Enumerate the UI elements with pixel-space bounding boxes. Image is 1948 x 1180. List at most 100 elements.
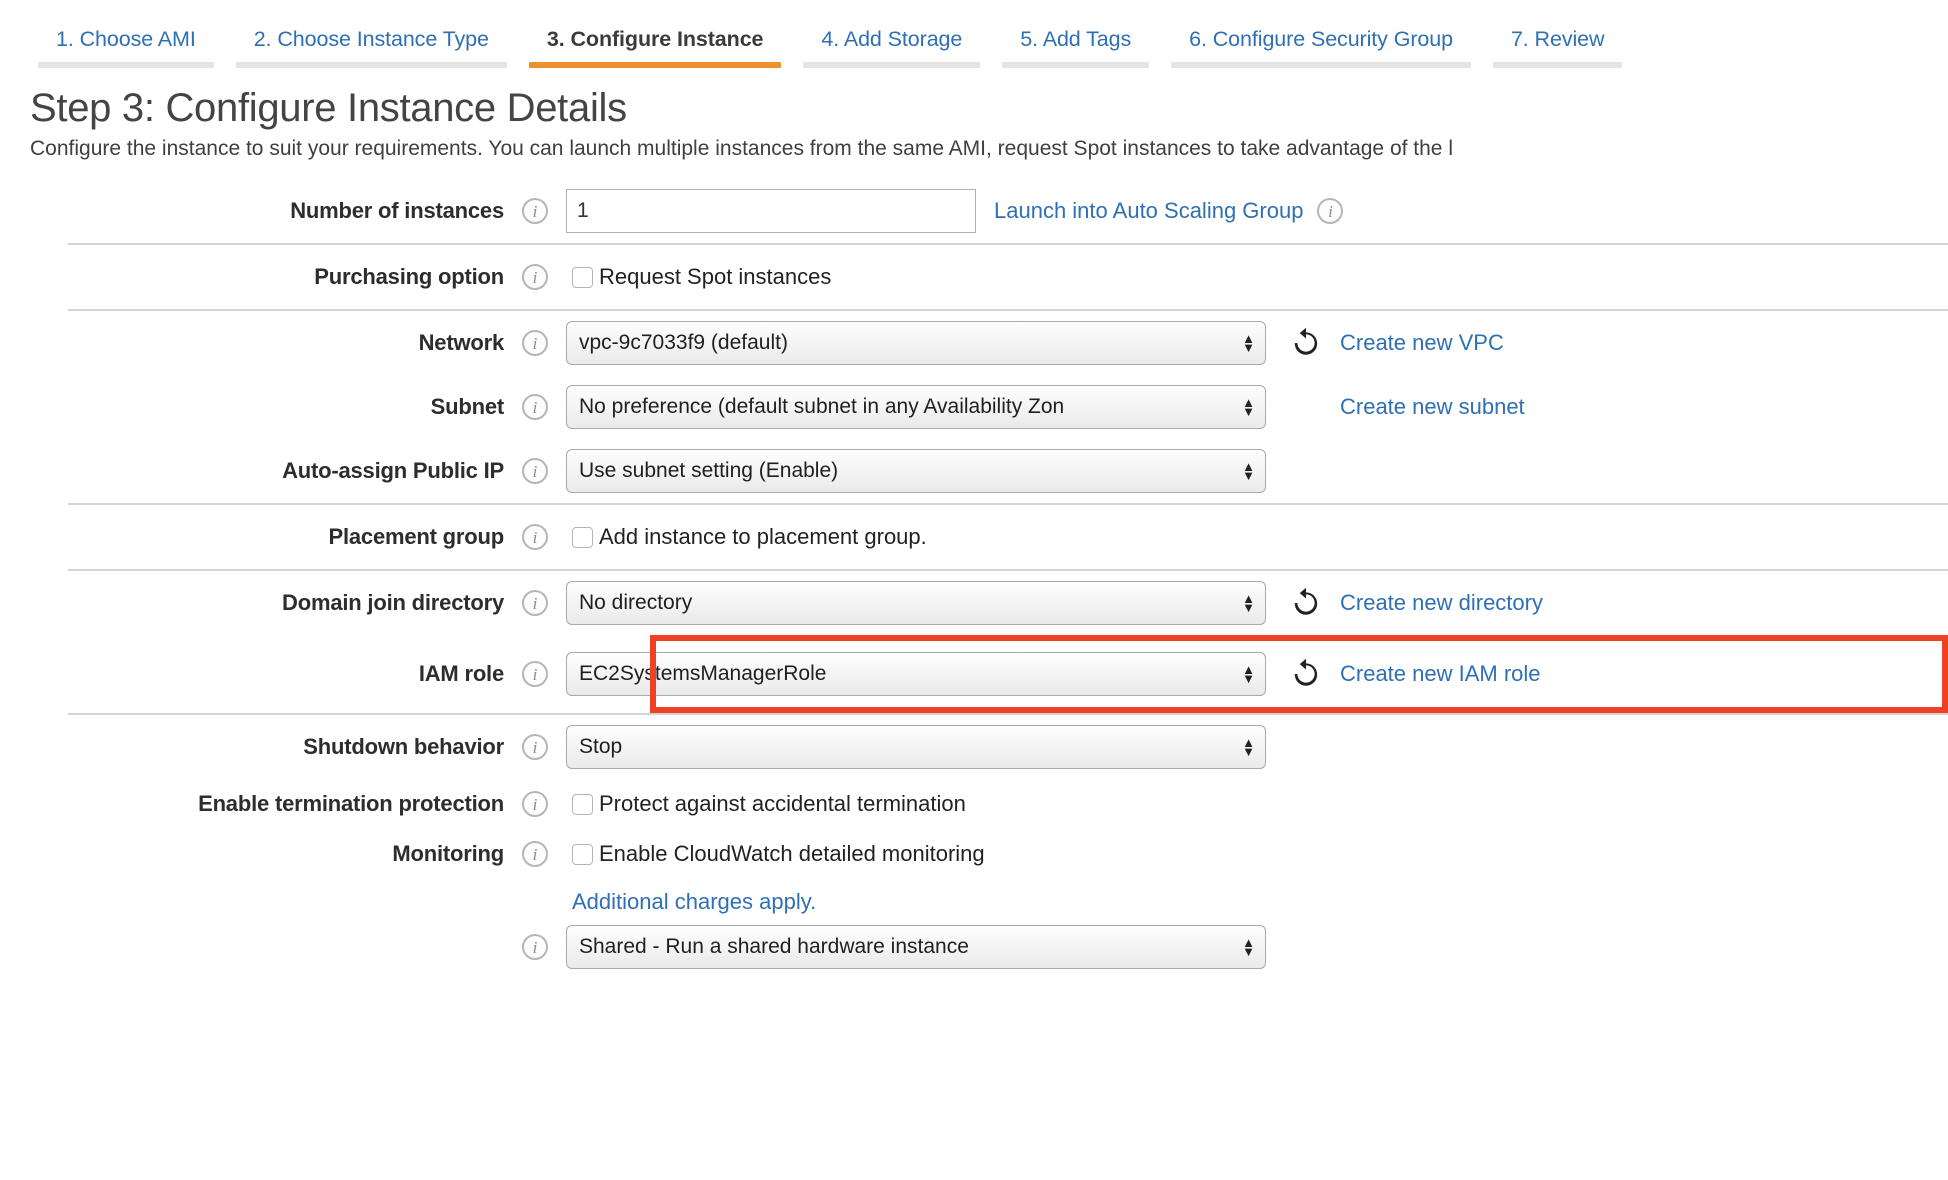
row-monitoring: Monitoring i Enable CloudWatch detailed …	[68, 829, 1948, 879]
create-new-subnet-link[interactable]: Create new subnet	[1340, 394, 1525, 420]
subnet-select-wrapper[interactable]: No preference (default subnet in any Ava…	[566, 385, 1266, 429]
domain-join-directory-select[interactable]: No directory	[566, 581, 1266, 625]
create-new-vpc-link[interactable]: Create new VPC	[1340, 330, 1504, 356]
tab-add-tags[interactable]: 5. Add Tags	[1002, 27, 1149, 68]
info-icon[interactable]: i	[522, 841, 548, 867]
tab-underline	[803, 62, 980, 68]
info-cell: i	[504, 458, 566, 484]
row-iam-role: IAM role i EC2SystemsManagerRole ▲ ▼	[68, 635, 1948, 713]
form-group-purchasing: Purchasing option i Request Spot instanc…	[68, 243, 1948, 309]
subnet-select[interactable]: No preference (default subnet in any Ava…	[566, 385, 1266, 429]
tenancy-select[interactable]: Shared - Run a shared hardware instance	[566, 925, 1266, 969]
iam-role-select-wrapper[interactable]: EC2SystemsManagerRole ▲ ▼	[566, 652, 1266, 696]
iam-role-select[interactable]: EC2SystemsManagerRole	[566, 652, 1266, 696]
control-additional-charges: Additional charges apply.	[566, 889, 1948, 915]
info-cell: i	[504, 841, 566, 867]
placement-group-checkbox[interactable]	[572, 527, 593, 548]
monitoring-checkbox-row[interactable]: Enable CloudWatch detailed monitoring	[572, 841, 985, 867]
control-subnet: No preference (default subnet in any Ava…	[566, 385, 1948, 429]
page-title: Step 3: Configure Instance Details	[30, 86, 1948, 131]
termination-protection-checkbox-label: Protect against accidental termination	[599, 791, 966, 817]
label-purchasing-option: Purchasing option	[68, 264, 504, 290]
termination-protection-checkbox-row[interactable]: Protect against accidental termination	[572, 791, 966, 817]
tab-choose-ami[interactable]: 1. Choose AMI	[38, 27, 214, 68]
auto-assign-public-ip-select-wrapper[interactable]: Use subnet setting (Enable) ▲ ▼	[566, 449, 1266, 493]
info-cell: i	[504, 198, 566, 224]
page-description: Configure the instance to suit your requ…	[30, 137, 1948, 161]
label-auto-assign-public-ip: Auto-assign Public IP	[68, 458, 504, 484]
shutdown-behavior-select[interactable]: Stop	[566, 725, 1266, 769]
tab-label: 4. Add Storage	[803, 27, 980, 62]
shutdown-behavior-select-wrapper[interactable]: Stop ▲ ▼	[566, 725, 1266, 769]
tab-underline	[38, 62, 214, 68]
info-icon[interactable]: i	[522, 264, 548, 290]
row-placement-group: Placement group i Add instance to placem…	[68, 505, 1948, 569]
page-header: Step 3: Configure Instance Details Confi…	[0, 68, 1948, 161]
number-of-instances-input[interactable]	[566, 189, 976, 233]
row-subnet: Subnet i No preference (default subnet i…	[68, 375, 1948, 439]
configure-instance-form: Number of instances i Launch into Auto S…	[0, 179, 1948, 969]
tab-review[interactable]: 7. Review	[1493, 27, 1623, 68]
info-icon[interactable]: i	[522, 590, 548, 616]
tab-configure-security-group[interactable]: 6. Configure Security Group	[1171, 27, 1471, 68]
control-purchasing-option: Request Spot instances	[566, 264, 1948, 290]
row-purchasing-option: Purchasing option i Request Spot instanc…	[68, 245, 1948, 309]
info-cell: i	[504, 264, 566, 290]
network-select[interactable]: vpc-9c7033f9 (default)	[566, 321, 1266, 365]
label-shutdown-behavior: Shutdown behavior	[68, 734, 504, 760]
tab-choose-instance-type[interactable]: 2. Choose Instance Type	[236, 27, 507, 68]
label-subnet: Subnet	[68, 394, 504, 420]
request-spot-instances-checkbox[interactable]	[572, 267, 593, 288]
info-icon[interactable]: i	[522, 791, 548, 817]
create-new-iam-role-link[interactable]: Create new IAM role	[1340, 661, 1541, 687]
tab-underline	[1002, 62, 1149, 68]
info-icon[interactable]: i	[522, 330, 548, 356]
info-cell: i	[504, 590, 566, 616]
termination-protection-checkbox[interactable]	[572, 794, 593, 815]
auto-assign-public-ip-select[interactable]: Use subnet setting (Enable)	[566, 449, 1266, 493]
row-termination-protection: Enable termination protection i Protect …	[68, 779, 1948, 829]
label-monitoring: Monitoring	[68, 841, 504, 867]
control-network: vpc-9c7033f9 (default) ▲ ▼ Create new VP…	[566, 321, 1948, 365]
info-icon[interactable]: i	[522, 734, 548, 760]
wizard-tab-bar: 1. Choose AMI 2. Choose Instance Type 3.…	[0, 0, 1948, 68]
form-group-behavior: Shutdown behavior i Stop ▲ ▼ Enable term…	[68, 713, 1948, 969]
create-new-directory-link[interactable]: Create new directory	[1340, 590, 1543, 616]
info-cell-asg: i	[1317, 198, 1343, 224]
domain-join-directory-select-wrapper[interactable]: No directory ▲ ▼	[566, 581, 1266, 625]
tab-label: 1. Choose AMI	[38, 27, 214, 62]
label-termination-protection: Enable termination protection	[68, 791, 504, 817]
form-group-directory-iam: Domain join directory i No directory ▲ ▼	[68, 569, 1948, 713]
info-icon[interactable]: i	[522, 458, 548, 484]
control-auto-assign-public-ip: Use subnet setting (Enable) ▲ ▼	[566, 449, 1948, 493]
placement-group-checkbox-label: Add instance to placement group.	[599, 524, 927, 550]
form-group-placement: Placement group i Add instance to placem…	[68, 503, 1948, 569]
monitoring-checkbox-label: Enable CloudWatch detailed monitoring	[599, 841, 985, 867]
request-spot-instances-checkbox-row[interactable]: Request Spot instances	[572, 264, 831, 290]
launch-into-auto-scaling-group-link[interactable]: Launch into Auto Scaling Group	[994, 198, 1303, 224]
additional-charges-apply-link[interactable]: Additional charges apply.	[572, 889, 816, 915]
monitoring-checkbox[interactable]	[572, 844, 593, 865]
info-cell: i	[504, 661, 566, 687]
refresh-icon[interactable]	[1288, 586, 1324, 620]
refresh-icon[interactable]	[1288, 657, 1324, 691]
tab-add-storage[interactable]: 4. Add Storage	[803, 27, 980, 68]
tab-underline	[1171, 62, 1471, 68]
request-spot-instances-label: Request Spot instances	[599, 264, 831, 290]
tab-label: 7. Review	[1493, 27, 1623, 62]
placement-group-checkbox-row[interactable]: Add instance to placement group.	[572, 524, 927, 550]
tab-underline	[1493, 62, 1623, 68]
info-cell: i	[504, 934, 566, 960]
tab-underline-active	[529, 62, 782, 68]
refresh-icon[interactable]	[1288, 326, 1324, 360]
info-icon[interactable]: i	[522, 934, 548, 960]
tenancy-select-wrapper[interactable]: Shared - Run a shared hardware instance …	[566, 925, 1266, 969]
info-icon[interactable]: i	[522, 661, 548, 687]
network-select-wrapper[interactable]: vpc-9c7033f9 (default) ▲ ▼	[566, 321, 1266, 365]
info-icon[interactable]: i	[522, 524, 548, 550]
info-icon[interactable]: i	[1317, 198, 1343, 224]
row-tenancy-partial: i Shared - Run a shared hardware instanc…	[68, 925, 1948, 969]
tab-configure-instance[interactable]: 3. Configure Instance	[529, 27, 782, 68]
info-icon[interactable]: i	[522, 198, 548, 224]
info-icon[interactable]: i	[522, 394, 548, 420]
